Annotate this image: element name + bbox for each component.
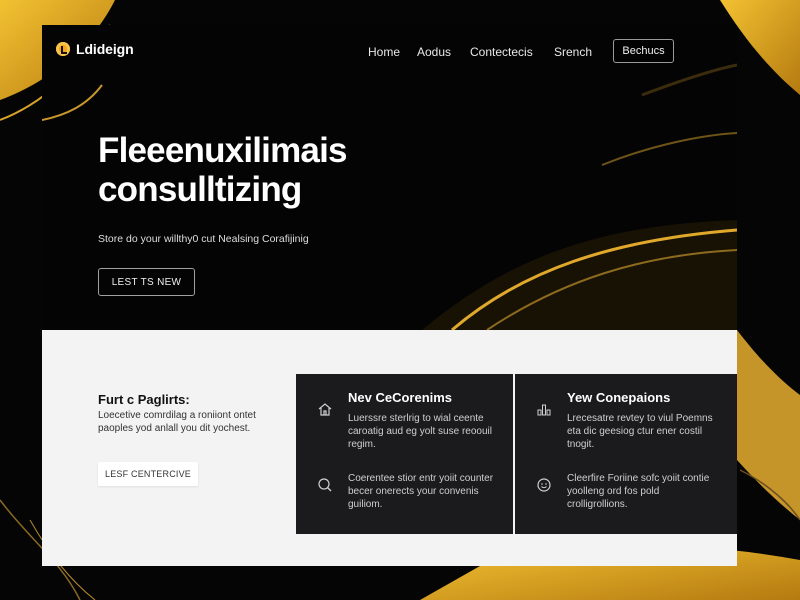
card-item-text: Luerssre sterlrig to wial ceente caroati…	[348, 413, 492, 450]
card-heading: Nev CeCorenims	[348, 390, 453, 405]
search-icon	[316, 476, 334, 494]
hero-content: Fleeenuxilimais consulltizing Store do y…	[98, 131, 347, 296]
chart-icon	[535, 400, 553, 418]
nav-link-contact[interactable]: Contectecis	[470, 45, 554, 59]
nav-link-about[interactable]: Aodus	[417, 45, 470, 59]
feature-description: Loecetive comrdilag a roniiont ontet pao…	[98, 410, 256, 434]
nav-link-home[interactable]: Home	[368, 45, 417, 59]
feature-intro: Furt c Paglirts: Loecetive comrdilag a r…	[98, 392, 288, 486]
house-icon	[316, 400, 334, 418]
feature-cta-button[interactable]: LESF CENTERCIVE	[98, 462, 198, 486]
feature-card-1: Nev CeCorenims Luerssre sterlrig to wial…	[296, 374, 513, 534]
card-item-text: Cleerfire Foriine sofc yoiit contie yool…	[567, 473, 710, 510]
hero-cta-button[interactable]: LEST TS NEW	[98, 268, 195, 296]
hero-title: Fleeenuxilimais consulltizing	[98, 131, 347, 209]
top-nav: Ldideign Home Aodus Contectecis Srench B…	[56, 38, 738, 66]
hero-title-line2: consulltizing	[98, 170, 302, 209]
smile-icon	[535, 476, 553, 494]
logo-icon	[56, 42, 70, 56]
nav-links: Home Aodus Contectecis Srench	[368, 45, 616, 59]
card-item-text: Lrecesatre revtey to viul Poemns eta dic…	[567, 413, 713, 450]
card-heading: Yew Conepaions	[567, 390, 671, 405]
logo-text: Ldideign	[76, 41, 134, 57]
hero-title-line1: Fleeenuxilimais	[98, 131, 347, 170]
nav-cta-button[interactable]: Bechucs	[613, 39, 674, 63]
logo[interactable]: Ldideign	[56, 41, 134, 57]
hero-subtitle: Store do your willthy0 cut Nealsing Cora…	[98, 233, 309, 245]
feature-section: Furt c Paglirts: Loecetive comrdilag a r…	[42, 330, 737, 566]
feature-card-2: Yew Conepaions Lrecesatre revtey to viul…	[515, 374, 737, 534]
card-item-text: Coerentee stior entr yoiit counter becer…	[348, 473, 494, 510]
nav-link-search[interactable]: Srench	[554, 45, 616, 59]
feature-title: Furt c Paglirts:	[98, 392, 190, 407]
